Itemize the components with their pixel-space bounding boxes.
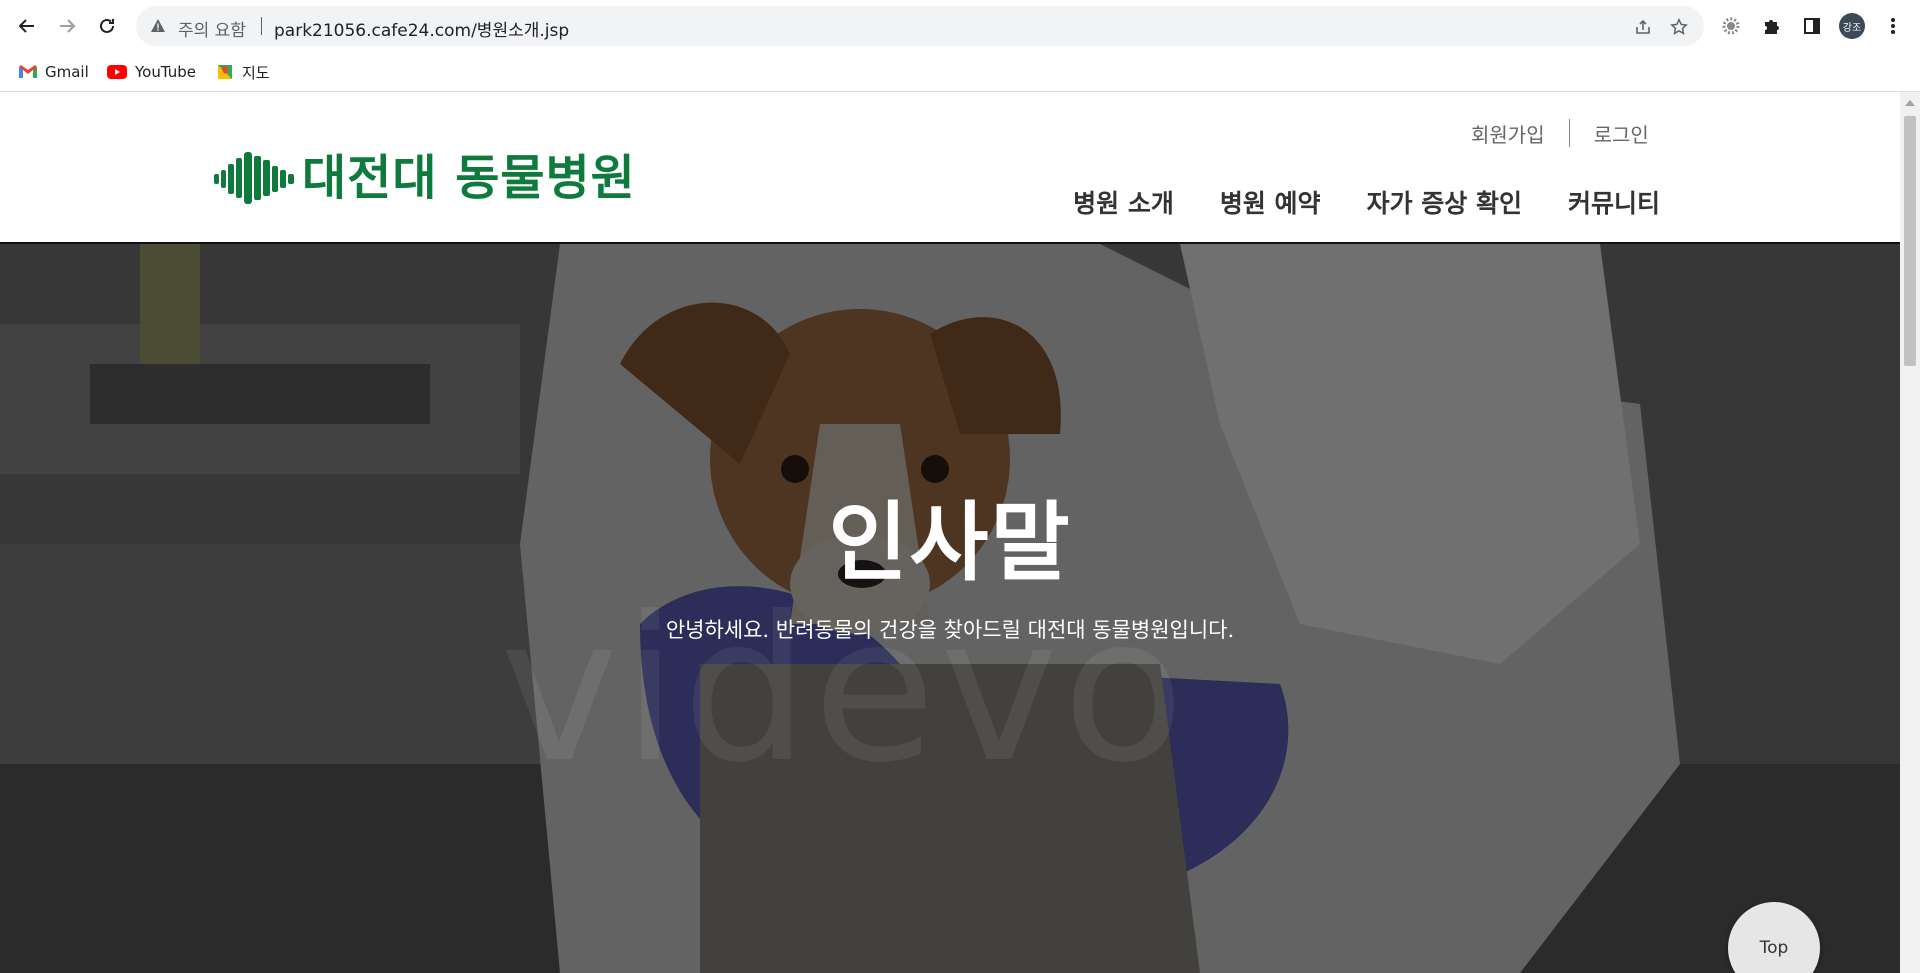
page-viewport: 대전대 동물병원 회원가입 로그인 병원 소개 병원 예약 자가 증상 확인 커… xyxy=(0,92,1900,973)
site-header: 대전대 동물병원 회원가입 로그인 병원 소개 병원 예약 자가 증상 확인 커… xyxy=(0,92,1900,244)
page-scrollbar[interactable] xyxy=(1900,92,1920,973)
bookmark-label: 지도 xyxy=(242,63,270,82)
reload-icon xyxy=(100,18,114,33)
bookmark-star-icon[interactable] xyxy=(1668,16,1690,38)
logo-text: 대전대 동물병원 xyxy=(302,150,636,206)
profile-avatar[interactable]: 강조 xyxy=(1839,13,1865,39)
bookmark-label: YouTube xyxy=(135,63,196,81)
utility-links: 회원가입 로그인 xyxy=(1471,118,1649,148)
login-link[interactable]: 로그인 xyxy=(1594,119,1649,148)
youtube-icon xyxy=(107,65,127,79)
omnibox-divider xyxy=(261,17,262,35)
forward-button[interactable] xyxy=(51,10,83,42)
hero-subtitle: 안녕하세요. 반려동물의 건강을 찾아드릴 대전대 동물병원입니다. xyxy=(665,618,1235,642)
extensions-puzzle-icon[interactable] xyxy=(1758,13,1784,39)
bookmark-label: Gmail xyxy=(45,63,89,81)
nav-item-hospital-intro[interactable]: 병원 소개 xyxy=(1073,184,1174,220)
gmail-icon xyxy=(19,65,37,78)
heartbeat-logo-icon xyxy=(214,152,294,204)
main-nav: 병원 소개 병원 예약 자가 증상 확인 커뮤니티 xyxy=(1073,184,1660,220)
nav-item-community[interactable]: 커뮤니티 xyxy=(1568,184,1660,220)
security-label[interactable]: 주의 요함 xyxy=(178,16,246,41)
extension-gear-icon[interactable] xyxy=(1718,13,1744,39)
url-text[interactable]: park21056.cafe24.com/병원소개.jsp xyxy=(274,16,569,41)
back-arrow-icon xyxy=(18,19,34,33)
reload-button[interactable] xyxy=(91,10,123,42)
back-button[interactable] xyxy=(11,10,43,42)
nav-item-symptom-check[interactable]: 자가 증상 확인 xyxy=(1367,184,1522,220)
nav-item-reservation[interactable]: 병원 예약 xyxy=(1220,184,1321,220)
stock-watermark: videvo xyxy=(500,574,1189,807)
menu-kebab-icon[interactable] xyxy=(1880,13,1906,39)
side-panel-icon[interactable] xyxy=(1799,13,1825,39)
scroll-up-arrow-icon[interactable] xyxy=(1905,100,1915,106)
warning-icon xyxy=(151,19,165,32)
browser-toolbar: 주의 요함 park21056.cafe24.com/병원소개.jsp 강조 xyxy=(0,0,1920,52)
scrollbar-thumb[interactable] xyxy=(1904,116,1916,366)
share-icon[interactable] xyxy=(1632,16,1654,38)
bookmarks-bar: Gmail YouTube 지도 xyxy=(0,52,1920,92)
address-bar[interactable]: 주의 요함 park21056.cafe24.com/병원소개.jsp xyxy=(136,6,1704,46)
maps-icon xyxy=(218,65,232,79)
site-logo[interactable]: 대전대 동물병원 xyxy=(212,148,636,208)
bookmark-gmail[interactable]: Gmail xyxy=(19,60,89,84)
bookmark-youtube[interactable]: YouTube xyxy=(107,60,196,84)
hero-title: 인사말 xyxy=(828,492,1072,593)
hero-banner: videvo 인사말 안녕하세요. 반려동물의 건강을 찾아드릴 대전대 동물병… xyxy=(0,244,1900,973)
utility-divider xyxy=(1568,119,1570,147)
bookmark-maps[interactable]: 지도 xyxy=(216,60,270,84)
signup-link[interactable]: 회원가입 xyxy=(1471,119,1545,148)
forward-arrow-icon xyxy=(60,19,76,33)
